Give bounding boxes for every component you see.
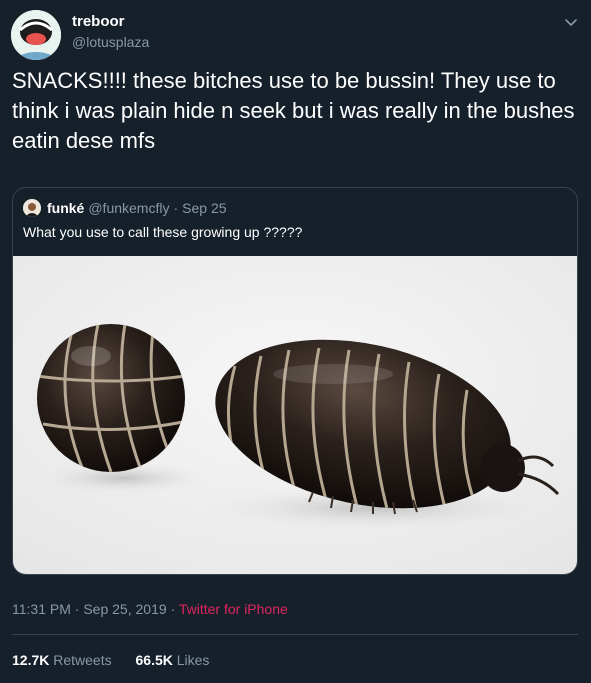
chevron-down-icon[interactable] — [563, 14, 579, 30]
tweet-time[interactable]: 11:31 PM — [12, 601, 71, 617]
tweet-date[interactable]: Sep 25, 2019 — [83, 601, 166, 617]
likes-label: Likes — [176, 652, 210, 668]
avatar[interactable] — [11, 10, 61, 60]
quoted-text: What you use to call these growing up ??… — [23, 224, 303, 240]
quoted-handle: @funkemcfly — [88, 200, 170, 216]
quoted-tweet-header: funké @funkemcfly · Sep 25 — [23, 199, 227, 217]
quoted-media-image[interactable] — [13, 256, 577, 574]
quoted-date: Sep 25 — [182, 200, 227, 216]
likes-stat[interactable]: 66.5K Likes — [136, 652, 210, 668]
retweets-count: 12.7K — [12, 652, 50, 668]
tweet-metadata: 11:31 PM · Sep 25, 2019 · Twitter for iP… — [12, 601, 288, 617]
tweet-source-link[interactable]: Twitter for iPhone — [179, 601, 288, 617]
divider — [12, 634, 578, 635]
avatar-image — [11, 10, 61, 60]
retweets-label: Retweets — [53, 652, 112, 668]
likes-count: 66.5K — [135, 652, 173, 668]
tweet-author: treboor @lotusplaza — [72, 13, 149, 50]
meta-separator: · — [74, 601, 80, 617]
tweet-stats: 12.7K Retweets 66.5K Likes — [12, 652, 229, 668]
quoted-separator: · — [173, 200, 179, 216]
quoted-tweet[interactable]: funké @funkemcfly · Sep 25 What you use … — [12, 187, 578, 575]
pill-bugs-illustration — [13, 256, 577, 574]
quoted-avatar — [23, 199, 41, 217]
author-display-name[interactable]: treboor — [72, 13, 149, 30]
author-handle[interactable]: @lotusplaza — [72, 34, 149, 50]
tweet-text: SNACKS!!!! these bitches use to be bussi… — [12, 68, 575, 153]
meta-separator: · — [170, 601, 176, 617]
quoted-display-name: funké — [47, 200, 85, 216]
retweets-stat[interactable]: 12.7K Retweets — [12, 652, 112, 668]
